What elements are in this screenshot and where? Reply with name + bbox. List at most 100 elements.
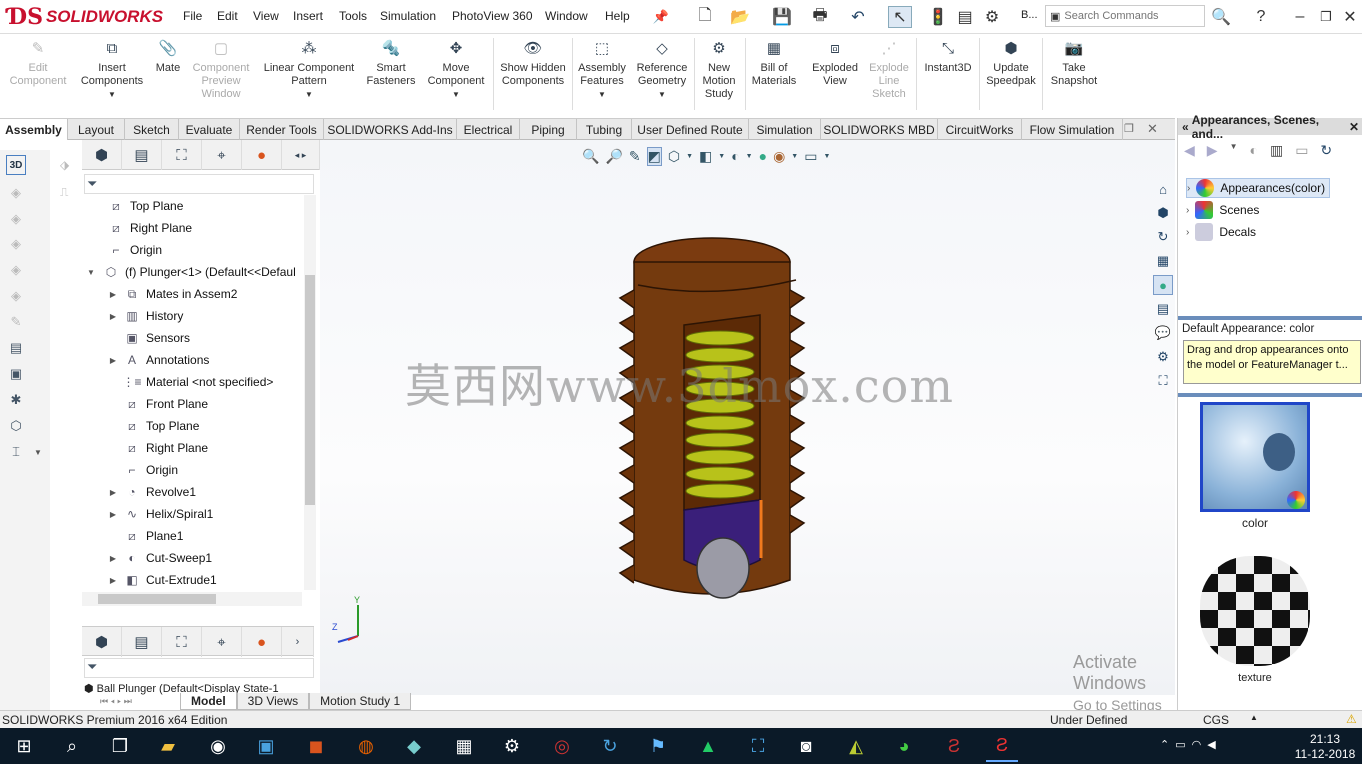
tree-item[interactable]: ⧄ Front Plane	[82, 393, 208, 415]
tree-item[interactable]: ⧄ Right Plane	[82, 217, 192, 239]
menu-help[interactable]: Help	[605, 9, 630, 23]
expand-toggle-icon[interactable]: ▶	[108, 488, 118, 497]
app-icon[interactable]: ◆	[398, 730, 430, 762]
move-component-button[interactable]: ✥ Move Component ▼	[422, 38, 490, 101]
assembly-features-button[interactable]: ⬚ Assembly Features ▼	[574, 38, 630, 101]
search-input[interactable]	[1064, 10, 1195, 22]
menu-window[interactable]: Window	[545, 9, 588, 23]
view-palette-icon[interactable]: ▦	[1153, 251, 1173, 271]
disabled-tool-icon[interactable]: ◈	[6, 260, 26, 280]
settings-gear-icon[interactable]: ⚙	[496, 730, 528, 762]
settings-part-icon[interactable]: ✱	[6, 390, 26, 410]
view-settings-icon[interactable]: ▭	[804, 148, 817, 165]
heads-up-icon[interactable]: ⎍	[60, 185, 68, 200]
chevron-down-icon[interactable]: ▼	[686, 153, 693, 160]
app-icon[interactable]: ▲	[692, 730, 724, 762]
expand-toggle-icon[interactable]: ▶	[108, 554, 118, 563]
menu-file[interactable]: File	[183, 9, 202, 23]
show-hidden-button[interactable]: 👁 Show Hidden Components	[496, 38, 570, 88]
chevron-double-left-icon[interactable]: «	[1182, 120, 1189, 134]
chevron-down-icon[interactable]: ▼	[791, 153, 798, 160]
new-folder-icon[interactable]: ▭	[1295, 142, 1308, 159]
close-icon[interactable]: ✕	[1349, 120, 1359, 134]
units-label[interactable]: CGS	[1203, 713, 1229, 727]
tab-layout[interactable]: Layout	[68, 119, 125, 140]
print-icon[interactable]: 🖶	[810, 6, 830, 28]
scrollbar-thumb[interactable]	[305, 275, 315, 505]
scenes-item[interactable]: › Scenes	[1186, 200, 1259, 220]
configuration-manager-icon[interactable]: ⛶	[162, 627, 202, 657]
tab-flow-simulation[interactable]: Flow Simulation	[1022, 119, 1123, 140]
update-speedpak-button[interactable]: ⬢ Update Speedpak	[982, 38, 1040, 88]
filter-box[interactable]: ⏷	[84, 174, 314, 194]
tree-item[interactable]: ⧄ Right Plane	[82, 437, 208, 459]
minimize-icon[interactable]: –	[1292, 6, 1308, 28]
heads-up-icon[interactable]: ⬗	[60, 158, 69, 172]
tree-item[interactable]: ▶ ◔ Revolve1	[82, 481, 196, 503]
search-commands[interactable]: ▣	[1045, 5, 1205, 27]
tree-item[interactable]: ▣ Sensors	[82, 327, 190, 349]
tab-3d-views[interactable]: 3D Views	[236, 693, 310, 710]
tree-item[interactable]: ▼ ⬡ (f) Plunger<1> (Default<<Defaul	[82, 261, 296, 283]
tree-item[interactable]: ⌐ Origin	[82, 239, 162, 261]
calculator-icon[interactable]: ▦	[448, 730, 480, 762]
exploded-view-button[interactable]: ⧈ Exploded View	[806, 38, 864, 88]
tree-item[interactable]: ⧄ Top Plane	[82, 415, 199, 437]
pane-splitter[interactable]	[1178, 393, 1362, 397]
search-icon[interactable]: ⌕	[56, 730, 88, 762]
tab-nav-arrows-icon[interactable]: ⏮ ◂ ▸ ⏭	[100, 693, 180, 710]
swatch-texture[interactable]	[1200, 556, 1310, 666]
home-icon[interactable]: ⌂	[1153, 179, 1173, 199]
tab-user-defined-route[interactable]: User Defined Route	[632, 119, 749, 140]
appearances-icon[interactable]: ●	[1153, 275, 1173, 295]
linear-pattern-button[interactable]: ⁂ Linear Component Pattern ▼	[258, 38, 360, 101]
menu-edit[interactable]: Edit	[217, 9, 238, 23]
screen-capture-icon[interactable]: ⛶	[742, 730, 774, 762]
tab-circuitworks[interactable]: CircuitWorks	[938, 119, 1022, 140]
appearances-item[interactable]: › Appearances(color)	[1186, 178, 1331, 198]
menu-tools[interactable]: Tools	[339, 9, 367, 23]
flow-simulation-icon[interactable]: ⚙	[1153, 347, 1173, 367]
instant3d-button[interactable]: ⤡ Instant3D	[919, 38, 977, 75]
disabled-tool-icon[interactable]: ◈	[6, 286, 26, 306]
3d-view-icon[interactable]: 3D	[6, 155, 26, 175]
chevron-down-icon[interactable]: ▼	[746, 153, 753, 160]
menu-view[interactable]: View	[253, 9, 279, 23]
file-explorer-icon[interactable]: ↻	[1153, 227, 1173, 247]
help-question-icon[interactable]: ?	[1253, 6, 1269, 28]
app-icon[interactable]: ⚑	[642, 730, 674, 762]
pin-icon[interactable]: 📌	[652, 6, 670, 28]
tab-simulation[interactable]: Simulation	[749, 119, 821, 140]
layers-icon[interactable]: ▤	[6, 338, 26, 358]
display-manager-icon[interactable]: ●	[242, 627, 282, 657]
tree-item[interactable]: ▶ ▥ History	[82, 305, 183, 327]
search-icon[interactable]: 🔍	[1210, 6, 1232, 28]
windows-start-icon[interactable]: ⊞	[8, 730, 40, 762]
edit-appearance-icon[interactable]: ●	[759, 148, 767, 164]
disabled-tool-icon[interactable]: ◈	[6, 209, 26, 229]
custom-properties-icon[interactable]: ▤	[1153, 299, 1173, 319]
explode-line-button[interactable]: ⋰ Explode Line Sketch	[864, 38, 914, 101]
mate-button[interactable]: 📎 Mate	[150, 38, 186, 75]
tree-item[interactable]: ⧄ Top Plane	[82, 195, 183, 217]
tree-item[interactable]: ▶ ⧉ Mates in Assem2	[82, 283, 237, 305]
firefox-icon[interactable]: ◍	[350, 730, 382, 762]
chevron-right-icon[interactable]: ›	[282, 627, 314, 657]
tab-restore-icon[interactable]: ❐	[1124, 122, 1134, 135]
display-style-icon[interactable]: ◧	[699, 148, 712, 165]
component-preview-button[interactable]: ▢ Component Preview Window	[188, 38, 254, 101]
add-folder-icon[interactable]: ◐	[1249, 142, 1257, 159]
tree-item[interactable]: ⋮≡ Material <not specified>	[82, 371, 274, 393]
view-orientation-icon[interactable]: ⬡	[668, 148, 680, 165]
tab-electrical[interactable]: Electrical	[457, 119, 520, 140]
chrome-icon[interactable]: ◕	[888, 730, 920, 762]
dimxpert-icon[interactable]: ⌖	[202, 140, 242, 170]
reference-geometry-button[interactable]: ◇ Reference Geometry ▼	[632, 38, 692, 101]
tree-item[interactable]: ⧄ Plane1	[82, 525, 183, 547]
expand-toggle-icon[interactable]: ▶	[108, 576, 118, 585]
tab-mbd[interactable]: SOLIDWORKS MBD	[821, 119, 938, 140]
app-icon[interactable]: ◭	[840, 730, 872, 762]
tab-tubing[interactable]: Tubing	[577, 119, 632, 140]
zoom-to-fit-icon[interactable]: 🔍	[582, 148, 599, 165]
save-icon[interactable]: 💾	[772, 6, 792, 28]
